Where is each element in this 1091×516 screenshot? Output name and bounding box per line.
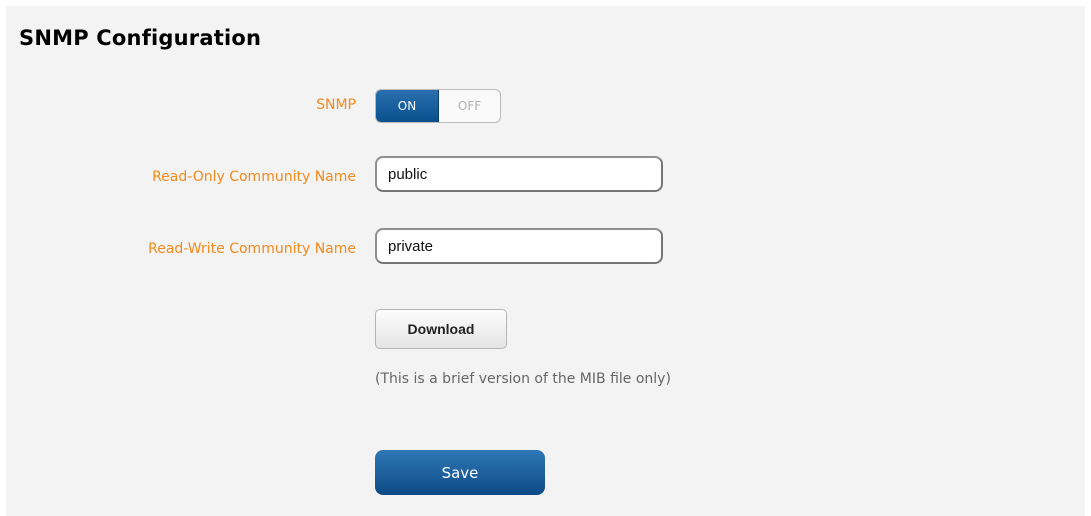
snmp-label: SNMP	[316, 97, 356, 113]
read-only-community-label: Read-Only Community Name	[152, 169, 356, 185]
read-write-community-input[interactable]	[375, 228, 663, 264]
download-note: (This is a brief version of the MIB file…	[375, 371, 671, 387]
page-title: SNMP Configuration	[19, 26, 262, 50]
read-only-community-input[interactable]	[375, 156, 663, 192]
read-write-community-label: Read-Write Community Name	[148, 241, 356, 257]
toggle-off-option[interactable]: OFF	[439, 90, 500, 122]
snmp-config-panel: SNMP Configuration SNMP ON OFF Read-Only…	[6, 6, 1085, 516]
toggle-on-option[interactable]: ON	[376, 90, 439, 122]
download-button[interactable]: Download	[375, 309, 507, 349]
snmp-toggle[interactable]: ON OFF	[375, 89, 501, 123]
save-button[interactable]: Save	[375, 450, 545, 495]
